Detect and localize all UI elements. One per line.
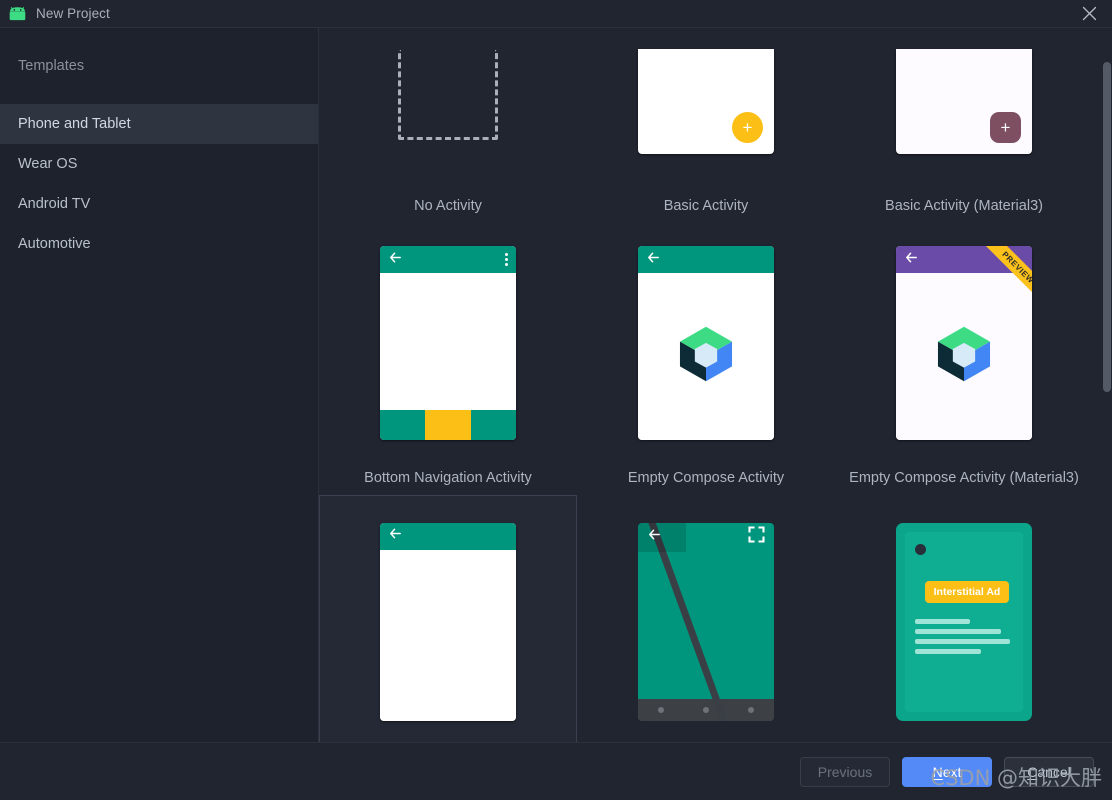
template-card-empty-compose-activity[interactable]: Empty Compose Activity [577, 223, 835, 495]
fullscreen-expand-icon [748, 526, 765, 548]
template-row-1: No Activity + Basic Activity + Basic Act… [319, 28, 1112, 223]
text-line [915, 638, 1011, 644]
title-bar: New Project [0, 0, 1112, 27]
template-card-google-admob-ads-activity[interactable]: Interstitial Ad [835, 495, 1093, 742]
app-bar [380, 246, 516, 273]
back-arrow-icon [646, 250, 661, 270]
system-nav-bar [638, 698, 774, 721]
template-card-empty-compose-activity-material3[interactable]: PREVIEW Empty Compose Activity (Material… [835, 223, 1093, 495]
nav-dot [748, 706, 755, 713]
placeholder-text-lines [915, 618, 1013, 654]
template-label: Empty Compose Activity (Material3) [849, 470, 1079, 486]
fab-add-icon: + [732, 112, 763, 143]
back-arrow-icon [904, 250, 919, 270]
content-area [638, 273, 774, 440]
back-arrow-icon [388, 250, 403, 270]
template-label: Basic Activity [663, 198, 749, 214]
sidebar-item-wear-os[interactable]: Wear OS [0, 144, 318, 184]
text-line [915, 648, 981, 654]
close-icon [1082, 6, 1097, 21]
template-label: Basic Activity (Material3) [885, 198, 1043, 214]
template-row-2: Bottom Navigation Activity Empty Compose… [319, 223, 1112, 495]
templates-grid: No Activity + Basic Activity + Basic Act… [319, 28, 1112, 742]
nav-dot [702, 706, 709, 713]
app-bar [896, 246, 1032, 273]
no-activity-placeholder-icon [398, 50, 498, 140]
app-bar [638, 522, 774, 552]
sidebar-item-label: Android TV [18, 196, 91, 212]
jetpack-compose-logo-icon [675, 323, 737, 390]
template-label: No Activity [414, 198, 482, 214]
template-card-bottom-navigation-activity[interactable]: Bottom Navigation Activity [319, 223, 577, 495]
fab-add-icon: + [990, 112, 1021, 143]
bottom-navigation-bar [380, 410, 516, 440]
template-card-no-activity[interactable]: No Activity [319, 28, 577, 223]
android-robot-icon [6, 5, 28, 23]
overflow-menu-icon [505, 253, 508, 266]
scrollbar-thumb[interactable] [1103, 62, 1111, 392]
text-line [915, 618, 970, 624]
content-area [896, 273, 1032, 440]
avatar-dot-icon [915, 543, 926, 555]
sidebar-item-phone-and-tablet[interactable]: Phone and Tablet [0, 104, 318, 144]
sidebar-item-android-tv[interactable]: Android TV [0, 184, 318, 224]
nav-dot [657, 706, 664, 713]
app-bar [380, 522, 516, 550]
text-line [915, 628, 1002, 634]
previous-button-label: Previous [817, 763, 873, 780]
sidebar-item-automotive[interactable]: Automotive [0, 224, 318, 264]
templates-scrollbar[interactable] [1101, 28, 1112, 742]
nav-segment-active [424, 410, 472, 440]
next-button[interactable]: Next [902, 756, 992, 787]
empty-compose-m3-preview: PREVIEW [896, 246, 1032, 440]
admob-screen: Interstitial Ad [905, 531, 1023, 712]
empty-compose-preview [638, 246, 774, 440]
jetpack-compose-logo-icon [933, 323, 995, 390]
sidebar-item-label: Wear OS [18, 156, 78, 172]
nav-segment [380, 410, 425, 440]
sidebar-item-label: Automotive [18, 236, 91, 252]
template-card-empty-activity[interactable]: Empty Activity [319, 495, 577, 742]
templates-grid-panel: No Activity + Basic Activity + Basic Act… [319, 28, 1112, 742]
bottom-navigation-preview [380, 246, 516, 440]
template-card-basic-activity-material3[interactable]: + Basic Activity (Material3) [835, 28, 1093, 223]
interstitial-ad-badge: Interstitial Ad [924, 580, 1010, 603]
previous-button[interactable]: Previous [800, 756, 890, 787]
sidebar: Templates Phone and Tablet Wear OS Andro… [0, 28, 319, 742]
template-card-fullscreen-activity[interactable]: Fullscreen Activity [577, 495, 835, 742]
back-arrow-icon [647, 527, 662, 547]
empty-activity-preview [380, 522, 516, 721]
window-title: New Project [36, 6, 110, 21]
dialog-body: Templates Phone and Tablet Wear OS Andro… [0, 27, 1112, 742]
admob-activity-preview: Interstitial Ad [896, 522, 1032, 721]
template-row-3: Empty Activity [319, 495, 1112, 742]
basic-activity-preview: + [638, 49, 774, 154]
sidebar-header: Templates [18, 58, 85, 74]
template-label: Empty Compose Activity [627, 470, 785, 486]
cancel-button[interactable]: Cancel [1004, 756, 1094, 787]
cancel-button-label: Cancel [1027, 763, 1071, 780]
content-area [380, 273, 516, 410]
template-label: Bottom Navigation Activity [364, 470, 532, 486]
diagonal-stripe [644, 522, 733, 721]
sidebar-item-label: Phone and Tablet [18, 116, 131, 132]
template-card-basic-activity[interactable]: + Basic Activity [577, 28, 835, 223]
content-area [380, 549, 516, 721]
close-button[interactable] [1066, 0, 1112, 27]
dialog-footer: Previous Next Cancel CSDN @知识大胖 [0, 742, 1112, 800]
appbar-shade [638, 522, 686, 552]
next-button-label: Next [932, 763, 962, 780]
fullscreen-activity-preview [638, 522, 774, 721]
nav-segment [471, 410, 516, 440]
basic-activity-m3-preview: + [896, 49, 1032, 154]
new-project-dialog: New Project Templates Phone and Tablet W… [0, 0, 1112, 800]
back-arrow-icon [388, 526, 403, 546]
app-bar [638, 246, 774, 273]
